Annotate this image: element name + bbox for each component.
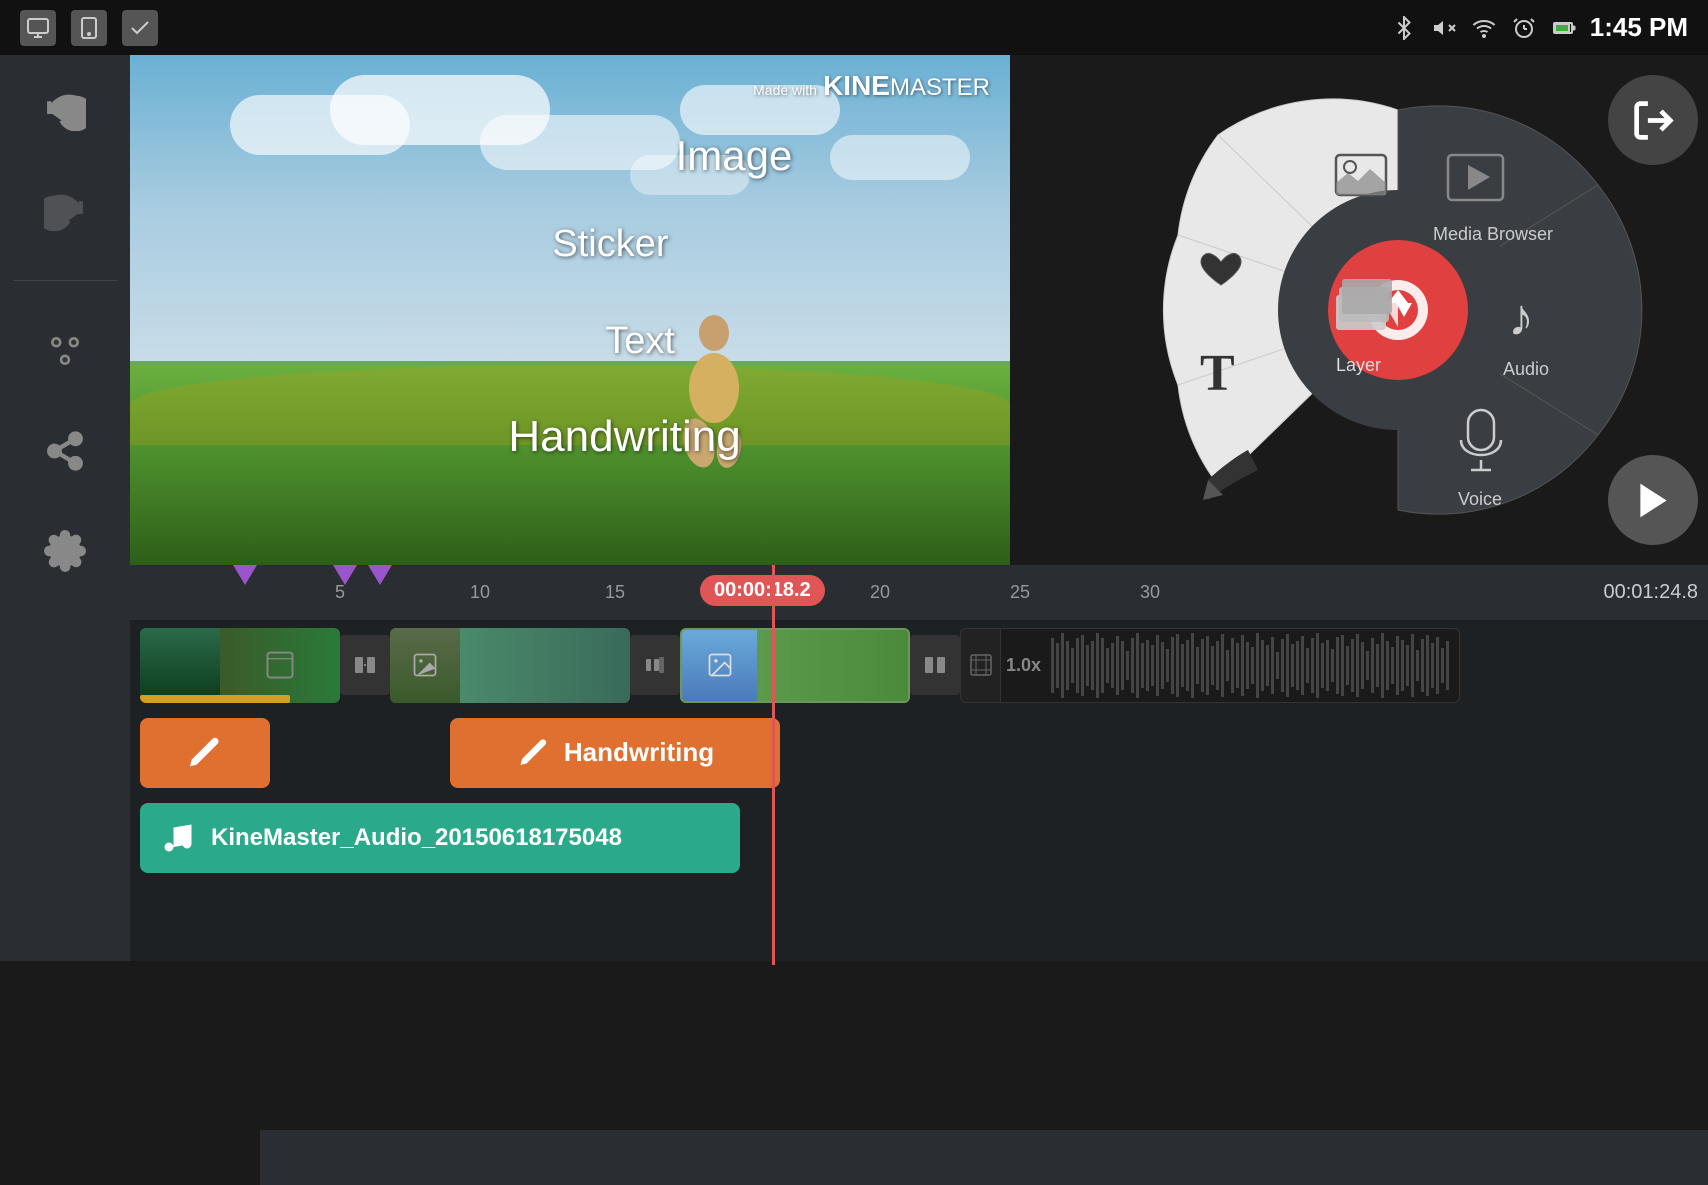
video-clip-4[interactable]: 1.0x: [960, 628, 1460, 703]
ruler-15: 15: [605, 582, 625, 603]
wifi-icon: [1470, 16, 1498, 40]
clip-speed-label: 1.0x: [1001, 655, 1046, 676]
undo-button[interactable]: [30, 75, 100, 145]
video-clip-1[interactable]: [140, 628, 340, 703]
ruler-container: [260, 1130, 1708, 1185]
ruler: 5 10 15 00:00:18.2 20 25 30 00:01:24.8: [130, 565, 1708, 620]
handwriting-main-icon: [516, 735, 552, 771]
transition-icon-1: [353, 653, 377, 677]
sticker-label: Sticker: [552, 223, 668, 266]
watermark-madewith: Made with: [753, 82, 817, 98]
effects-button[interactable]: [30, 316, 100, 386]
clip-progress: [140, 695, 290, 703]
play-button[interactable]: [1608, 455, 1698, 545]
tablet-icon: [71, 10, 107, 46]
clip-thumb-3: [390, 628, 460, 703]
transition-3[interactable]: [910, 635, 960, 695]
timeline: 5 10 15 00:00:18.2 20 25 30 00:01:24.8: [130, 565, 1708, 961]
video-preview: Made with KINEMASTER Image Sticker Text …: [130, 55, 1010, 565]
playhead: [772, 565, 775, 965]
film-icon: [969, 653, 993, 677]
clip-thumb-2: [220, 628, 340, 703]
marker-1: [233, 565, 257, 585]
bluetooth-icon: [1390, 16, 1418, 40]
ruler-5: 5: [335, 582, 345, 603]
alarm-icon: [1510, 16, 1538, 40]
clock: 1:45 PM: [1590, 12, 1688, 43]
redo-button[interactable]: [30, 175, 100, 245]
right-panel: [1448, 55, 1708, 565]
left-sidebar: [0, 55, 130, 961]
audio-clip[interactable]: KineMaster_Audio_20150618175048: [140, 803, 740, 873]
handwriting-clip-small[interactable]: [140, 718, 270, 788]
exit-button[interactable]: [1608, 75, 1698, 165]
image-label: Image: [676, 132, 793, 180]
transition-icon-3: [923, 653, 947, 677]
waveform-svg: [1051, 633, 1451, 698]
ruler-20: 20: [870, 582, 890, 603]
ruler-25: 25: [1010, 582, 1030, 603]
check-icon: [122, 10, 158, 46]
handwriting-label: Handwriting: [508, 412, 740, 462]
clip-img-icon: [706, 651, 734, 679]
ground: [130, 365, 1010, 565]
svg-text:T: T: [1200, 345, 1235, 402]
watermark-master: MASTER: [890, 74, 990, 101]
transition-1[interactable]: [340, 635, 390, 695]
ruler-10: 10: [470, 582, 490, 603]
battery-icon: [1550, 16, 1578, 40]
text-label: Text: [605, 320, 675, 363]
video-track: 1.0x: [130, 620, 1708, 710]
clip-thumb-6: [757, 630, 908, 701]
marker-3: [368, 565, 392, 585]
watermark: Made with KINEMASTER: [753, 70, 990, 102]
handwriting-clip-label: Handwriting: [564, 737, 714, 768]
audio-clip-label: KineMaster_Audio_20150618175048: [211, 824, 622, 852]
transition-2[interactable]: [630, 635, 680, 695]
status-bar: 1:45 PM: [0, 0, 1708, 55]
video-clip-3[interactable]: [680, 628, 910, 703]
waveform-display: [1046, 629, 1459, 702]
settings-button[interactable]: [30, 516, 100, 586]
clip-thumb-4: [460, 628, 630, 703]
clip-thumb-5: [682, 630, 757, 701]
watermark-kine: KINE: [823, 70, 890, 101]
share-button[interactable]: [30, 416, 100, 486]
audio-track: KineMaster_Audio_20150618175048: [130, 795, 1708, 880]
handwriting-track: Handwriting: [130, 710, 1708, 795]
layer-text: Layer: [1336, 355, 1381, 375]
screen-icon: [20, 10, 56, 46]
handwriting-small-icon: [185, 733, 225, 773]
clip-media-icon: [265, 650, 295, 680]
cloud-6: [830, 135, 970, 180]
status-left-icons: [20, 10, 158, 46]
current-time-badge: 00:00:18.2: [700, 575, 825, 606]
handwriting-clip-main[interactable]: Handwriting: [450, 718, 780, 788]
text-icon-group[interactable]: T: [1200, 345, 1235, 402]
layer-icon-group: [1336, 279, 1392, 330]
audio-clip-icon: [160, 820, 196, 856]
image-clip-icon: [411, 651, 439, 679]
clip-thumb-1: [140, 628, 220, 703]
video-clip-2[interactable]: [390, 628, 630, 703]
mute-icon: [1430, 16, 1458, 40]
transition-icon-2: [643, 653, 667, 677]
status-right: 1:45 PM: [1390, 12, 1688, 43]
clip-film-icon: [961, 629, 1001, 702]
ruler-30: 30: [1140, 582, 1160, 603]
total-time: 00:01:24.8: [1603, 581, 1698, 604]
